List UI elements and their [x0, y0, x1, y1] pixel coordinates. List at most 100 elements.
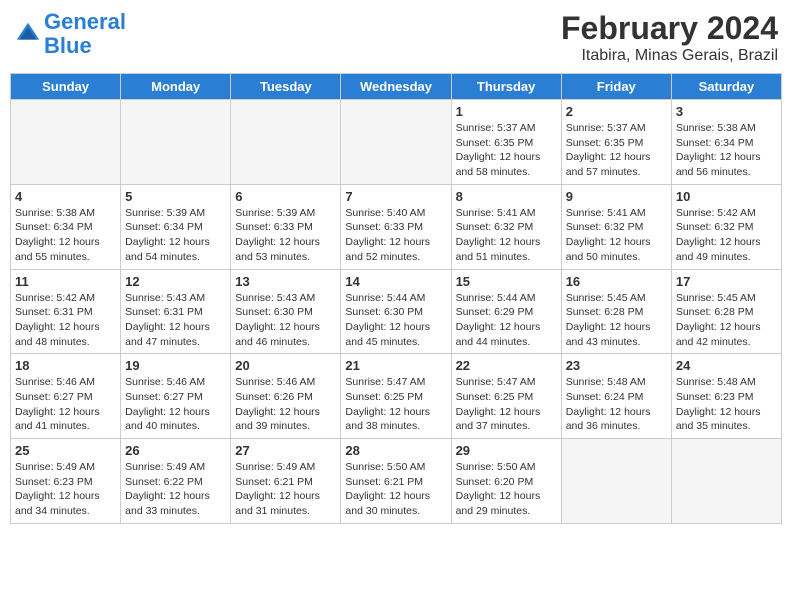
- day-number: 11: [15, 274, 116, 289]
- day-number: 23: [566, 358, 667, 373]
- calendar-header: SundayMondayTuesdayWednesdayThursdayFrid…: [11, 74, 782, 100]
- day-cell: 26 Sunrise: 5:49 AMSunset: 6:22 PMDaylig…: [121, 439, 231, 524]
- day-info: Sunrise: 5:44 AMSunset: 6:29 PMDaylight:…: [456, 291, 557, 350]
- day-info: Sunrise: 5:46 AMSunset: 6:26 PMDaylight:…: [235, 375, 336, 434]
- day-cell: 5 Sunrise: 5:39 AMSunset: 6:34 PMDayligh…: [121, 184, 231, 269]
- page-header: General Blue February 2024 Itabira, Mina…: [10, 10, 782, 65]
- day-cell: 6 Sunrise: 5:39 AMSunset: 6:33 PMDayligh…: [231, 184, 341, 269]
- month-year: February 2024: [561, 10, 778, 47]
- day-info: Sunrise: 5:48 AMSunset: 6:24 PMDaylight:…: [566, 375, 667, 434]
- day-info: Sunrise: 5:42 AMSunset: 6:32 PMDaylight:…: [676, 206, 777, 265]
- day-info: Sunrise: 5:49 AMSunset: 6:21 PMDaylight:…: [235, 460, 336, 519]
- location: Itabira, Minas Gerais, Brazil: [561, 47, 778, 65]
- day-info: Sunrise: 5:49 AMSunset: 6:23 PMDaylight:…: [15, 460, 116, 519]
- day-cell: 20 Sunrise: 5:46 AMSunset: 6:26 PMDaylig…: [231, 354, 341, 439]
- calendar-table: SundayMondayTuesdayWednesdayThursdayFrid…: [10, 73, 782, 524]
- day-cell: [561, 439, 671, 524]
- day-cell: 24 Sunrise: 5:48 AMSunset: 6:23 PMDaylig…: [671, 354, 781, 439]
- day-cell: 21 Sunrise: 5:47 AMSunset: 6:25 PMDaylig…: [341, 354, 451, 439]
- day-number: 7: [345, 189, 446, 204]
- day-header-monday: Monday: [121, 74, 231, 100]
- logo-icon: [14, 20, 42, 48]
- day-cell: 2 Sunrise: 5:37 AMSunset: 6:35 PMDayligh…: [561, 100, 671, 185]
- day-number: 18: [15, 358, 116, 373]
- day-number: 14: [345, 274, 446, 289]
- day-info: Sunrise: 5:41 AMSunset: 6:32 PMDaylight:…: [566, 206, 667, 265]
- day-number: 2: [566, 104, 667, 119]
- day-number: 6: [235, 189, 336, 204]
- day-info: Sunrise: 5:44 AMSunset: 6:30 PMDaylight:…: [345, 291, 446, 350]
- week-row-0: 1 Sunrise: 5:37 AMSunset: 6:35 PMDayligh…: [11, 100, 782, 185]
- day-cell: 1 Sunrise: 5:37 AMSunset: 6:35 PMDayligh…: [451, 100, 561, 185]
- day-cell: 28 Sunrise: 5:50 AMSunset: 6:21 PMDaylig…: [341, 439, 451, 524]
- day-number: 25: [15, 443, 116, 458]
- day-cell: 18 Sunrise: 5:46 AMSunset: 6:27 PMDaylig…: [11, 354, 121, 439]
- day-number: 3: [676, 104, 777, 119]
- day-cell: [231, 100, 341, 185]
- day-info: Sunrise: 5:41 AMSunset: 6:32 PMDaylight:…: [456, 206, 557, 265]
- day-number: 15: [456, 274, 557, 289]
- day-number: 20: [235, 358, 336, 373]
- day-cell: 16 Sunrise: 5:45 AMSunset: 6:28 PMDaylig…: [561, 269, 671, 354]
- day-number: 1: [456, 104, 557, 119]
- day-info: Sunrise: 5:37 AMSunset: 6:35 PMDaylight:…: [456, 121, 557, 180]
- logo: General Blue: [14, 10, 126, 58]
- day-info: Sunrise: 5:49 AMSunset: 6:22 PMDaylight:…: [125, 460, 226, 519]
- week-row-3: 18 Sunrise: 5:46 AMSunset: 6:27 PMDaylig…: [11, 354, 782, 439]
- day-info: Sunrise: 5:50 AMSunset: 6:20 PMDaylight:…: [456, 460, 557, 519]
- week-row-4: 25 Sunrise: 5:49 AMSunset: 6:23 PMDaylig…: [11, 439, 782, 524]
- day-number: 28: [345, 443, 446, 458]
- day-info: Sunrise: 5:50 AMSunset: 6:21 PMDaylight:…: [345, 460, 446, 519]
- day-number: 5: [125, 189, 226, 204]
- day-info: Sunrise: 5:43 AMSunset: 6:30 PMDaylight:…: [235, 291, 336, 350]
- day-cell: 29 Sunrise: 5:50 AMSunset: 6:20 PMDaylig…: [451, 439, 561, 524]
- week-row-2: 11 Sunrise: 5:42 AMSunset: 6:31 PMDaylig…: [11, 269, 782, 354]
- day-number: 12: [125, 274, 226, 289]
- day-cell: [671, 439, 781, 524]
- day-number: 8: [456, 189, 557, 204]
- day-info: Sunrise: 5:43 AMSunset: 6:31 PMDaylight:…: [125, 291, 226, 350]
- day-header-saturday: Saturday: [671, 74, 781, 100]
- day-cell: 13 Sunrise: 5:43 AMSunset: 6:30 PMDaylig…: [231, 269, 341, 354]
- day-cell: 14 Sunrise: 5:44 AMSunset: 6:30 PMDaylig…: [341, 269, 451, 354]
- day-header-wednesday: Wednesday: [341, 74, 451, 100]
- logo-blue: Blue: [44, 33, 92, 58]
- day-cell: 11 Sunrise: 5:42 AMSunset: 6:31 PMDaylig…: [11, 269, 121, 354]
- day-cell: 19 Sunrise: 5:46 AMSunset: 6:27 PMDaylig…: [121, 354, 231, 439]
- day-header-friday: Friday: [561, 74, 671, 100]
- day-info: Sunrise: 5:48 AMSunset: 6:23 PMDaylight:…: [676, 375, 777, 434]
- day-cell: [11, 100, 121, 185]
- day-info: Sunrise: 5:45 AMSunset: 6:28 PMDaylight:…: [566, 291, 667, 350]
- day-cell: [121, 100, 231, 185]
- day-info: Sunrise: 5:47 AMSunset: 6:25 PMDaylight:…: [345, 375, 446, 434]
- day-cell: 27 Sunrise: 5:49 AMSunset: 6:21 PMDaylig…: [231, 439, 341, 524]
- day-header-tuesday: Tuesday: [231, 74, 341, 100]
- day-info: Sunrise: 5:39 AMSunset: 6:33 PMDaylight:…: [235, 206, 336, 265]
- day-number: 21: [345, 358, 446, 373]
- day-info: Sunrise: 5:40 AMSunset: 6:33 PMDaylight:…: [345, 206, 446, 265]
- day-number: 4: [15, 189, 116, 204]
- day-cell: 8 Sunrise: 5:41 AMSunset: 6:32 PMDayligh…: [451, 184, 561, 269]
- calendar-body: 1 Sunrise: 5:37 AMSunset: 6:35 PMDayligh…: [11, 100, 782, 524]
- day-info: Sunrise: 5:37 AMSunset: 6:35 PMDaylight:…: [566, 121, 667, 180]
- day-number: 24: [676, 358, 777, 373]
- day-info: Sunrise: 5:47 AMSunset: 6:25 PMDaylight:…: [456, 375, 557, 434]
- day-number: 13: [235, 274, 336, 289]
- day-header-sunday: Sunday: [11, 74, 121, 100]
- day-cell: 4 Sunrise: 5:38 AMSunset: 6:34 PMDayligh…: [11, 184, 121, 269]
- day-number: 9: [566, 189, 667, 204]
- day-cell: 25 Sunrise: 5:49 AMSunset: 6:23 PMDaylig…: [11, 439, 121, 524]
- day-info: Sunrise: 5:39 AMSunset: 6:34 PMDaylight:…: [125, 206, 226, 265]
- title-block: February 2024 Itabira, Minas Gerais, Bra…: [561, 10, 778, 65]
- day-number: 17: [676, 274, 777, 289]
- day-info: Sunrise: 5:45 AMSunset: 6:28 PMDaylight:…: [676, 291, 777, 350]
- day-cell: 9 Sunrise: 5:41 AMSunset: 6:32 PMDayligh…: [561, 184, 671, 269]
- day-info: Sunrise: 5:42 AMSunset: 6:31 PMDaylight:…: [15, 291, 116, 350]
- day-cell: 12 Sunrise: 5:43 AMSunset: 6:31 PMDaylig…: [121, 269, 231, 354]
- day-info: Sunrise: 5:46 AMSunset: 6:27 PMDaylight:…: [15, 375, 116, 434]
- day-number: 26: [125, 443, 226, 458]
- logo-general: General: [44, 9, 126, 34]
- day-header-thursday: Thursday: [451, 74, 561, 100]
- header-row: SundayMondayTuesdayWednesdayThursdayFrid…: [11, 74, 782, 100]
- day-info: Sunrise: 5:38 AMSunset: 6:34 PMDaylight:…: [676, 121, 777, 180]
